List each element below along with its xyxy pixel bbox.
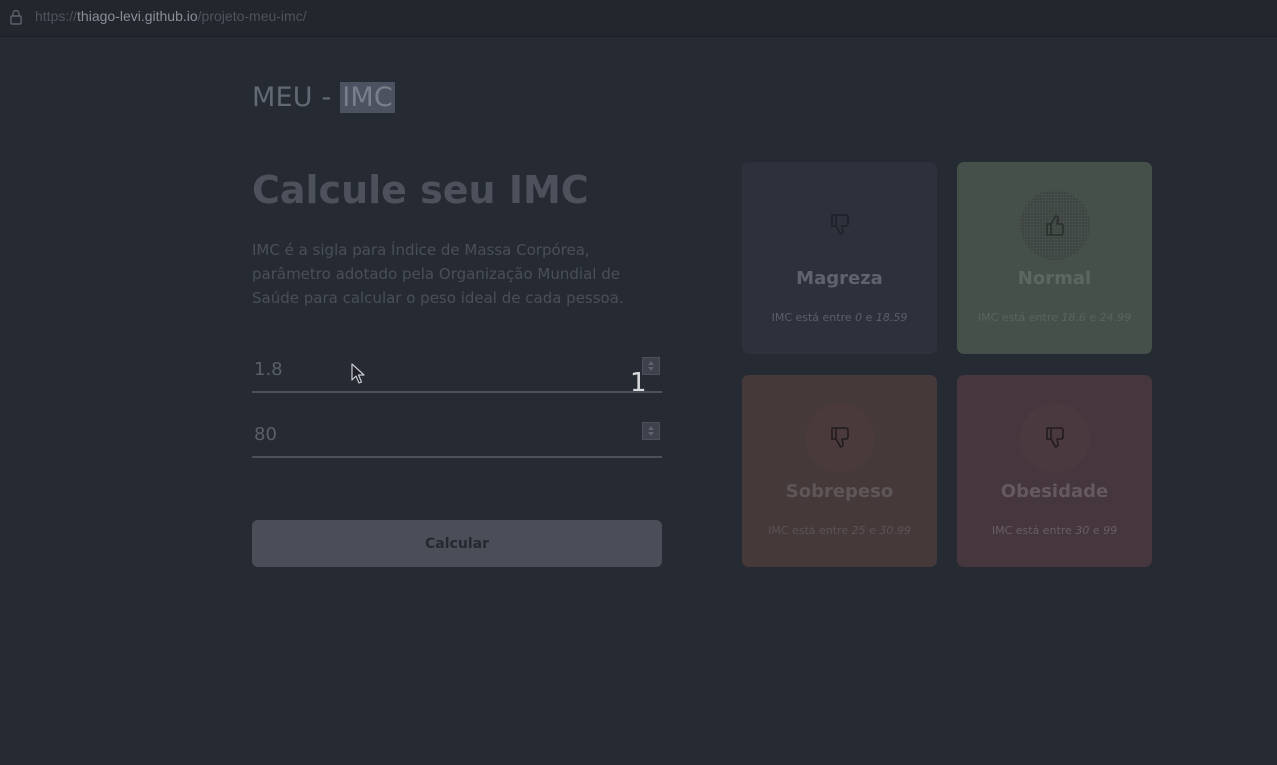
lock-icon xyxy=(10,9,22,25)
thumbs-down-icon xyxy=(831,214,849,235)
logo-highlight: IMC xyxy=(340,82,395,113)
card-obesidade: Obesidade IMC está entre 30 e 99 xyxy=(957,375,1152,567)
browser-url-bar[interactable]: https://thiago-levi.github.io/projeto-me… xyxy=(0,0,1277,37)
card-title: Sobrepeso xyxy=(785,481,894,502)
site-logo: MEU - IMC xyxy=(252,82,395,113)
card-badge xyxy=(1020,403,1090,473)
logo-text: MEU - xyxy=(252,82,341,113)
card-badge xyxy=(805,403,875,473)
card-normal: Normal IMC está entre 18.6 e 24.99 xyxy=(957,162,1152,354)
card-title: Obesidade xyxy=(1000,481,1109,502)
card-range: IMC está entre 25 e 30.99 xyxy=(768,524,911,537)
card-range: IMC está entre 0 e 18.59 xyxy=(771,311,908,324)
card-badge xyxy=(805,190,875,260)
overlay-digit: 1 xyxy=(630,368,647,398)
card-range: IMC está entre 18.6 e 24.99 xyxy=(977,311,1132,324)
card-title: Normal xyxy=(1017,268,1092,289)
url-text[interactable]: https://thiago-levi.github.io/projeto-me… xyxy=(35,8,307,24)
weight-value[interactable]: 80 xyxy=(254,424,277,445)
mouse-pointer-icon xyxy=(351,363,365,384)
url-path: /projeto-meu-imc/ xyxy=(197,8,307,24)
height-value[interactable]: 1.8 xyxy=(254,359,283,380)
height-input[interactable]: 1.8 xyxy=(252,357,662,393)
card-range: IMC está entre 30 e 99 xyxy=(991,524,1118,537)
weight-input[interactable]: 80 xyxy=(252,422,662,458)
url-scheme: https:// xyxy=(35,8,78,24)
calculate-button[interactable]: Calcular xyxy=(252,520,662,567)
page-description: IMC é a sigla para Índice de Massa Corpó… xyxy=(252,241,624,307)
thumbs-down-icon xyxy=(831,427,849,448)
card-sobrepeso: Sobrepeso IMC está entre 25 e 30.99 xyxy=(742,375,937,567)
card-title: Magreza xyxy=(796,268,883,289)
url-host: thiago-levi.github.io xyxy=(77,8,198,24)
thumbs-down-icon xyxy=(1046,427,1064,448)
page-title: Calcule seu IMC xyxy=(252,168,589,212)
thumbs-up-icon xyxy=(1046,215,1064,236)
card-magreza: Magreza IMC está entre 0 e 18.59 xyxy=(742,162,937,354)
card-badge xyxy=(1020,190,1090,260)
weight-spinner[interactable] xyxy=(642,422,660,440)
